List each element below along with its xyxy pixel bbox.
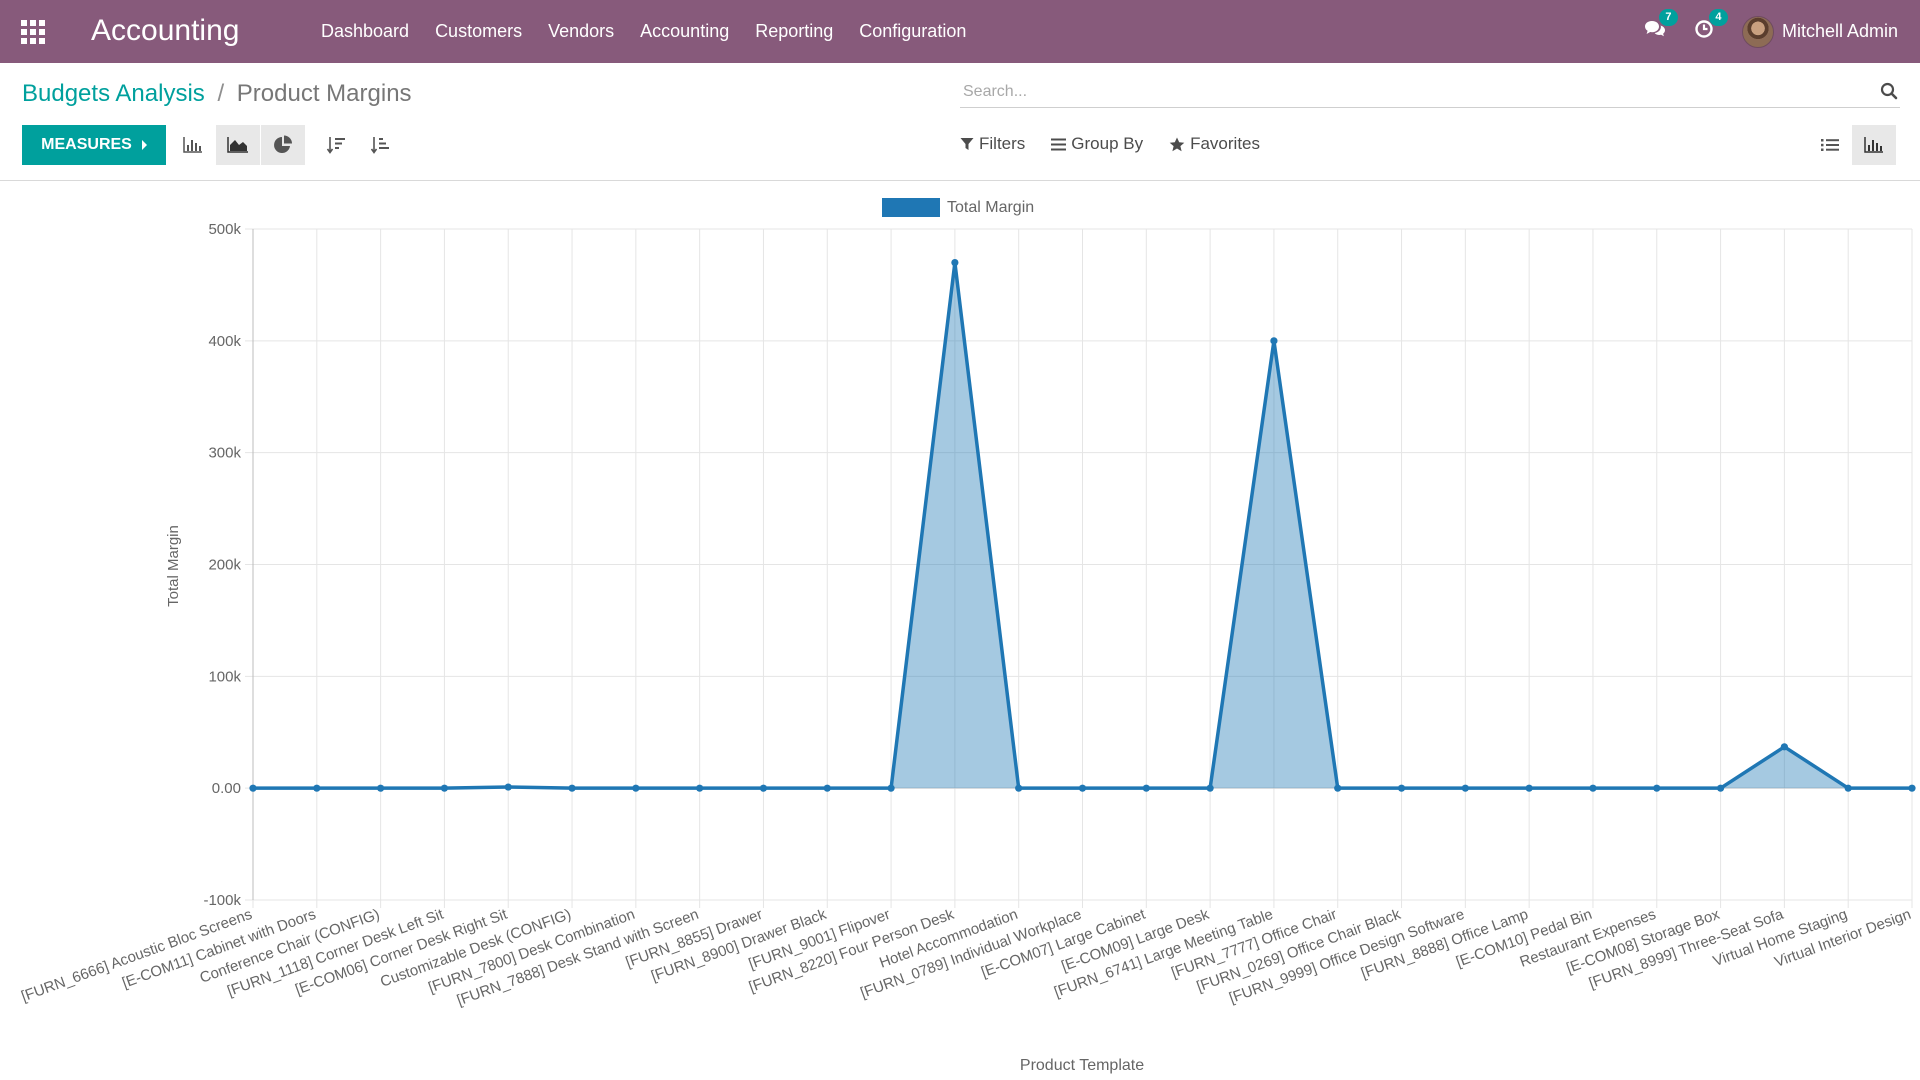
y-tick-label: 400k [208,333,241,350]
data-point [1589,784,1597,792]
legend-label: Total Margin [947,199,1034,216]
y-axis-ticks: -100k 0.00 100k 200k 300k 400k 500k [203,221,241,909]
messages-count-badge: 7 [1658,9,1678,26]
activities-count-badge: 4 [1708,9,1728,26]
app-title[interactable]: Accounting [91,14,239,48]
apps-menu-icon[interactable] [20,18,48,44]
breadcrumb-current: Product Margins [236,80,412,107]
group-by-label: Group By [1071,134,1144,153]
chart-legend[interactable]: Total Margin [882,198,1034,217]
margin-chart: -100k 0.00 100k 200k 300k 400k 500k [FURN_6666… [19,198,1916,1074]
data-point [1015,784,1023,792]
breadcrumb: Budgets Analysis / Product Margins [22,80,412,108]
data-point [1397,784,1406,792]
data-point [696,784,704,792]
breadcrumb-separator: / [217,80,225,107]
x-axis-ticks: [FURN_6666] Acoustic Bloc Screens[E-COM1… [19,906,1913,1010]
data-point [1461,784,1469,792]
avatar [1741,15,1774,48]
graph-view-button[interactable] [1852,125,1896,165]
favorites-button[interactable]: Favorites [1169,134,1260,154]
data-point [377,784,385,792]
data-point [1908,784,1916,792]
list-icon [1821,139,1839,151]
y-axis-label: Total Margin [165,525,182,607]
x-axis-label: Product Template [1020,1057,1144,1074]
star-icon [1169,137,1185,151]
top-navbar: Accounting Dashboard Customers Vendors A… [0,0,1920,63]
measures-label: MEASURES [41,136,132,153]
data-point [568,784,576,792]
data-point [1142,784,1150,792]
area-chart-icon [227,137,248,153]
menu-item-dashboard[interactable]: Dashboard [308,0,422,63]
breadcrumb-parent[interactable]: Budgets Analysis [22,80,205,107]
data-point [1334,784,1342,792]
menu-item-configuration[interactable]: Configuration [846,0,979,63]
bar-chart-button[interactable] [171,125,215,165]
chart-grid [245,228,1913,908]
data-point [249,784,257,792]
menu-item-vendors[interactable]: Vendors [535,0,627,63]
filters-label: Filters [979,134,1026,153]
data-point [1844,784,1852,792]
bars-icon [1051,138,1067,150]
data-point [1270,337,1278,345]
search-icon[interactable] [1880,82,1898,100]
systray: 7 4 Mitchell Admin [1644,0,1920,63]
data-point [951,258,959,267]
y-tick-label: 500k [208,221,241,238]
list-view-button[interactable] [1808,125,1852,165]
y-tick-label: 100k [208,668,241,685]
y-tick-label: 200k [208,557,241,574]
data-point [440,784,449,792]
activities-button[interactable]: 4 [1694,9,1728,44]
y-tick-label: -100k [203,892,241,909]
bar-chart-icon [1864,137,1883,153]
data-point [823,784,831,792]
menu-item-accounting[interactable]: Accounting [627,0,742,63]
menu-item-reporting[interactable]: Reporting [742,0,846,63]
caret-right-icon [141,140,147,150]
search-options: Filters Group By Favorites [960,134,1286,154]
data-point [1206,784,1214,792]
user-name: Mitchell Admin [1781,21,1898,41]
sort-ascending-button[interactable] [358,125,402,165]
pie-chart-button[interactable] [261,125,305,165]
messages-button[interactable]: 7 [1644,9,1678,44]
measures-button[interactable]: MEASURES [22,125,166,165]
y-tick-label: 300k [208,445,241,462]
filter-icon [960,138,974,150]
menu-item-customers[interactable]: Customers [422,0,535,63]
y-tick-label: 0.00 [212,780,241,797]
search-bar [960,78,1900,108]
main-menu: Dashboard Customers Vendors Accounting R… [308,0,979,63]
data-point [887,784,895,792]
data-point [313,784,321,792]
search-input[interactable] [960,78,1860,106]
data-point [1653,784,1661,792]
legend-swatch [882,198,940,217]
group-by-button[interactable]: Group By [1051,134,1143,154]
favorites-label: Favorites [1190,134,1261,153]
filters-button[interactable]: Filters [960,134,1025,154]
data-point [1716,784,1725,792]
pie-chart-icon [274,135,292,153]
data-point [1078,784,1087,792]
sort-ascending-icon [370,137,389,154]
data-point [1525,784,1533,792]
data-point [759,784,768,792]
sort-descending-button[interactable] [314,125,358,165]
sort-descending-icon [326,137,345,154]
bar-chart-icon [183,137,202,153]
data-point [504,783,512,791]
data-point [632,784,640,792]
line-chart-button[interactable] [216,125,260,165]
data-point [1780,743,1788,751]
user-menu[interactable]: Mitchell Admin [1741,15,1898,48]
